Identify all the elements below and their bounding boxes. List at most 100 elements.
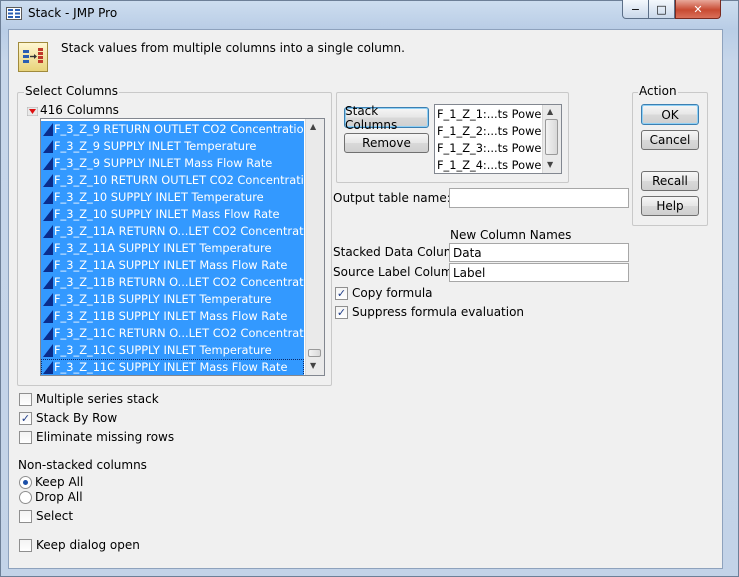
continuous-column-icon — [43, 242, 53, 255]
scroll-down-icon[interactable]: ▼ — [547, 160, 553, 169]
stacked-column-item[interactable]: F_1_Z_1:...ts Power — [437, 106, 546, 123]
scroll-down-icon[interactable]: ▼ — [310, 361, 316, 370]
check-icon: ✓ — [336, 306, 347, 319]
stacked-column-item[interactable]: F_1_Z_2:...ts Power — [437, 123, 546, 140]
continuous-column-icon — [43, 276, 53, 289]
continuous-column-icon — [43, 123, 53, 136]
continuous-column-icon — [43, 140, 53, 153]
column-name: F_3_Z_11A RETURN O...LET CO2 Concentrati… — [54, 224, 304, 238]
eliminate-missing-checkbox[interactable] — [19, 431, 32, 444]
eliminate-missing-label[interactable]: Eliminate missing rows — [36, 430, 174, 444]
banner-description: Stack values from multiple columns into … — [61, 41, 405, 55]
copy-formula-checkbox[interactable]: ✓ — [335, 287, 348, 300]
maximize-button[interactable]: □ — [648, 0, 675, 19]
column-name: F_3_Z_11B SUPPLY INLET Temperature — [54, 292, 272, 306]
radio-selected-icon — [23, 480, 28, 485]
column-name: F_3_Z_10 SUPPLY INLET Mass Flow Rate — [54, 207, 280, 221]
new-column-names-heading: New Column Names — [450, 228, 572, 242]
column-name: F_3_Z_11C SUPPLY INLET Mass Flow Rate — [54, 360, 288, 374]
column-list-item[interactable]: F_3_Z_9 SUPPLY INLET Temperature — [41, 138, 304, 155]
source-label-column-input[interactable] — [449, 263, 629, 282]
continuous-column-icon — [43, 293, 53, 306]
column-list-item[interactable]: F_3_Z_11B SUPPLY INLET Mass Flow Rate — [41, 308, 304, 325]
continuous-column-icon — [43, 259, 53, 272]
column-list-item[interactable]: F_3_Z_11A RETURN O...LET CO2 Concentrati… — [41, 223, 304, 240]
check-icon: ✓ — [336, 287, 347, 300]
scroll-thumb[interactable] — [308, 349, 321, 357]
select-label[interactable]: Select — [36, 509, 73, 523]
suppress-formula-label[interactable]: Suppress formula evaluation — [352, 305, 524, 319]
output-table-name-input[interactable] — [449, 188, 629, 208]
check-icon: ✓ — [20, 412, 31, 425]
column-name: F_3_Z_11C SUPPLY INLET Temperature — [54, 343, 272, 357]
column-list-item[interactable]: F_3_Z_9 RETURN OUTLET CO2 Concentration — [41, 121, 304, 138]
column-name: F_3_Z_9 RETURN OUTLET CO2 Concentration — [54, 122, 304, 136]
column-list-item[interactable]: F_3_Z_11A SUPPLY INLET Temperature — [41, 240, 304, 257]
column-name: F_3_Z_11C RETURN O...LET CO2 Concentrati… — [54, 326, 304, 340]
column-list-item[interactable]: F_3_Z_11B SUPPLY INLET Temperature — [41, 291, 304, 308]
ok-button[interactable]: OK — [641, 104, 699, 125]
stacked-column-item[interactable]: F_1_Z_3:...ts Power — [437, 140, 546, 157]
continuous-column-icon — [43, 157, 53, 170]
column-list-item[interactable]: F_3_Z_11C SUPPLY INLET Mass Flow Rate — [41, 359, 304, 375]
scroll-thumb[interactable] — [545, 119, 558, 155]
select-checkbox[interactable] — [19, 510, 32, 523]
help-button[interactable]: Help — [641, 196, 699, 216]
scroll-up-icon[interactable]: ▲ — [547, 107, 553, 116]
suppress-formula-checkbox[interactable]: ✓ — [335, 306, 348, 319]
continuous-column-icon — [43, 344, 53, 357]
continuous-column-icon — [43, 225, 53, 238]
stack-by-row-label[interactable]: Stack By Row — [36, 411, 117, 425]
scroll-up-icon[interactable]: ▲ — [310, 122, 316, 131]
recall-button[interactable]: Recall — [641, 171, 699, 191]
stacked-data-column-label: Stacked Data Column — [333, 245, 464, 259]
minimize-button[interactable]: − — [622, 0, 649, 19]
continuous-column-icon — [43, 191, 53, 204]
column-list-item[interactable]: F_3_Z_10 SUPPLY INLET Temperature — [41, 189, 304, 206]
continuous-column-icon — [43, 327, 53, 340]
non-stacked-heading: Non-stacked columns — [18, 458, 147, 472]
keep-dialog-open-checkbox[interactable] — [19, 539, 32, 552]
multiple-series-label[interactable]: Multiple series stack — [36, 392, 159, 406]
column-count-label: 416 Columns — [40, 103, 119, 117]
select-columns-list[interactable]: F_3_Z_9 RETURN OUTLET CO2 Concentration F… — [40, 118, 325, 376]
keep-all-radio[interactable] — [19, 476, 32, 489]
stacked-list-scrollbar[interactable]: ▲ ▼ — [542, 105, 561, 173]
jmp-app-icon — [6, 7, 22, 20]
keep-all-label[interactable]: Keep All — [35, 475, 83, 489]
stacked-data-column-input[interactable] — [449, 243, 629, 262]
column-name: F_3_Z_11B RETURN O...LET CO2 Concentrati… — [54, 275, 304, 289]
list-scrollbar[interactable]: ▲ ▼ — [305, 119, 324, 375]
column-list-item[interactable]: F_3_Z_10 RETURN OUTLET CO2 Concentration — [41, 172, 304, 189]
column-name: F_3_Z_11A SUPPLY INLET Temperature — [54, 241, 272, 255]
column-name: F_3_Z_10 SUPPLY INLET Temperature — [54, 190, 264, 204]
output-table-name-label: Output table name: — [333, 191, 451, 205]
column-list-item[interactable]: F_3_Z_11A SUPPLY INLET Mass Flow Rate — [41, 257, 304, 274]
copy-formula-label[interactable]: Copy formula — [352, 286, 433, 300]
source-label-column-label: Source Label Column — [333, 265, 461, 279]
drop-all-label[interactable]: Drop All — [35, 490, 83, 504]
stack-by-row-checkbox[interactable]: ✓ — [19, 412, 32, 425]
stacked-column-item[interactable]: F_1_Z_4:...ts Power — [437, 157, 546, 173]
drop-all-radio[interactable] — [19, 491, 32, 504]
close-button[interactable]: ✕ — [675, 0, 721, 19]
keep-dialog-open-label[interactable]: Keep dialog open — [36, 538, 140, 552]
close-icon: ✕ — [693, 2, 703, 16]
maximize-icon: □ — [656, 2, 667, 16]
column-list-item[interactable]: F_3_Z_11C SUPPLY INLET Temperature — [41, 342, 304, 359]
continuous-column-icon — [43, 208, 53, 221]
disclosure-triangle-icon[interactable] — [26, 105, 39, 117]
stacked-columns-list[interactable]: F_1_Z_1:...ts Power F_1_Z_2:...ts Power F_… — [434, 104, 562, 174]
remove-button[interactable]: Remove — [344, 133, 429, 153]
multiple-series-checkbox[interactable] — [19, 393, 32, 406]
column-name: F_3_Z_11A SUPPLY INLET Mass Flow Rate — [54, 258, 288, 272]
column-name: F_3_Z_9 SUPPLY INLET Mass Flow Rate — [54, 156, 273, 170]
column-list-item[interactable]: F_3_Z_9 SUPPLY INLET Mass Flow Rate — [41, 155, 304, 172]
column-list-item[interactable]: F_3_Z_11B RETURN O...LET CO2 Concentrati… — [41, 274, 304, 291]
stack-columns-button[interactable]: Stack Columns — [344, 104, 429, 132]
cancel-button[interactable]: Cancel — [641, 130, 699, 150]
action-heading: Action — [638, 84, 678, 98]
window-title: Stack - JMP Pro — [28, 6, 118, 20]
column-list-item[interactable]: F_3_Z_11C RETURN O...LET CO2 Concentrati… — [41, 325, 304, 342]
column-list-item[interactable]: F_3_Z_10 SUPPLY INLET Mass Flow Rate — [41, 206, 304, 223]
